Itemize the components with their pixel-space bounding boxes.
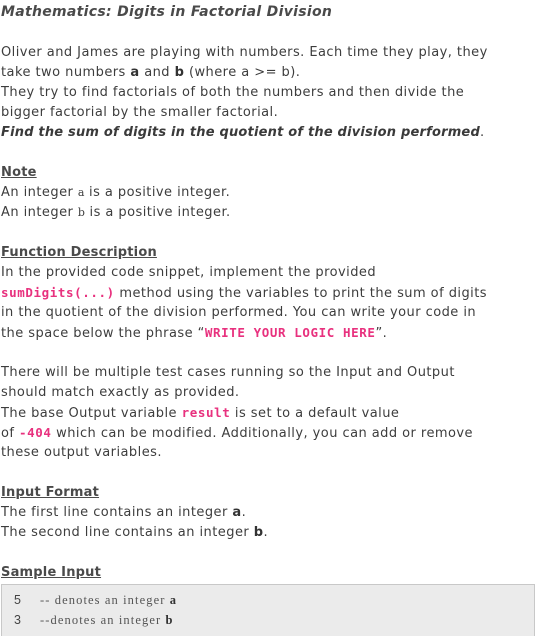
var-a: a bbox=[169, 593, 178, 607]
output-notes-line-3: The base Output variable result is set t… bbox=[1, 403, 399, 424]
problem-title: Mathematics: Digits in Factorial Divisio… bbox=[1, 4, 333, 20]
sample-comment: --denotes an integer b bbox=[40, 613, 174, 627]
note-line-1: An integer a is a positive integer. bbox=[1, 183, 230, 203]
note-heading: Note bbox=[1, 165, 37, 180]
text: the space below the phrase “ bbox=[1, 326, 205, 341]
sample-input-heading: Sample Input bbox=[1, 565, 102, 580]
text: ”. bbox=[375, 326, 388, 341]
text: An integer bbox=[1, 185, 78, 200]
var-b: b bbox=[77, 206, 85, 219]
intro-line-4: bigger factorial by the smaller factoria… bbox=[1, 105, 279, 120]
input-format-line-1: The first line contains an integer a. bbox=[1, 503, 246, 523]
text: The base Output variable bbox=[1, 406, 182, 421]
function-description-line-2: sumDigits(...) method using the variable… bbox=[1, 283, 487, 304]
text: The second line contains an integer bbox=[1, 525, 254, 540]
var-a: a bbox=[130, 65, 140, 80]
text: -- denotes an integer bbox=[40, 593, 170, 607]
text: . bbox=[263, 525, 269, 540]
text: . bbox=[479, 125, 485, 140]
var-b: b bbox=[165, 613, 174, 627]
function-description-line-3: in the quotient of the division performe… bbox=[1, 305, 477, 320]
text: and bbox=[139, 65, 175, 80]
function-description-line-4: the space below the phrase “WRITE YOUR L… bbox=[1, 323, 387, 344]
text: is set to a default value bbox=[230, 406, 400, 421]
text: of bbox=[1, 426, 20, 441]
output-notes-line-2: should match exactly as provided. bbox=[1, 385, 240, 400]
sample-input-row: 3 --denotes an integer b bbox=[14, 612, 174, 628]
output-notes-line-5: these output variables. bbox=[1, 445, 162, 460]
result-variable: result bbox=[181, 405, 231, 420]
function-description-line-1: In the provided code snippet, implement … bbox=[1, 265, 377, 280]
input-format-heading: Input Format bbox=[1, 485, 100, 500]
text: method using the variables to print the … bbox=[114, 286, 487, 301]
logic-phrase: WRITE YOUR LOGIC HERE bbox=[204, 325, 376, 340]
default-value: -404 bbox=[19, 425, 52, 440]
text: (where a >= b). bbox=[184, 65, 301, 80]
text: which can be modified. Additionally, you… bbox=[51, 426, 474, 441]
intro-line-3: They try to find factorials of both the … bbox=[1, 85, 465, 100]
sample-input-row: 5 -- denotes an integer a bbox=[14, 592, 177, 608]
sample-value: 3 bbox=[14, 613, 22, 627]
text: . bbox=[241, 505, 247, 520]
intro-line-1: Oliver and James are playing with number… bbox=[1, 45, 488, 60]
text: --denotes an integer bbox=[40, 613, 166, 627]
sample-comment: -- denotes an integer a bbox=[40, 593, 177, 607]
task-emphasis: Find the sum of digits in the quotient o… bbox=[1, 125, 480, 140]
var-b: b bbox=[253, 525, 264, 540]
sample-value: 5 bbox=[14, 593, 22, 607]
intro-task: Find the sum of digits in the quotient o… bbox=[1, 123, 485, 143]
sample-input-block: 5 -- denotes an integer a 3 --denotes an i… bbox=[1, 584, 535, 636]
output-notes-line-1: There will be multiple test cases runnin… bbox=[1, 365, 455, 380]
var-b: b bbox=[174, 65, 185, 80]
intro-line-2: take two numbers a and b (where a >= b). bbox=[1, 63, 300, 83]
note-line-2: An integer b is a positive integer. bbox=[1, 203, 231, 223]
text: is a positive integer. bbox=[84, 185, 231, 200]
text: take two numbers bbox=[1, 65, 131, 80]
text: An integer bbox=[1, 205, 78, 220]
output-notes-line-4: of -404 which can be modified. Additiona… bbox=[1, 423, 473, 444]
method-name: sumDigits(...) bbox=[1, 285, 115, 300]
var-a: a bbox=[232, 505, 242, 520]
input-format-line-2: The second line contains an integer b. bbox=[1, 523, 268, 543]
function-description-heading: Function Description bbox=[1, 245, 157, 260]
text: The first line contains an integer bbox=[1, 505, 233, 520]
text: is a positive integer. bbox=[84, 205, 231, 220]
